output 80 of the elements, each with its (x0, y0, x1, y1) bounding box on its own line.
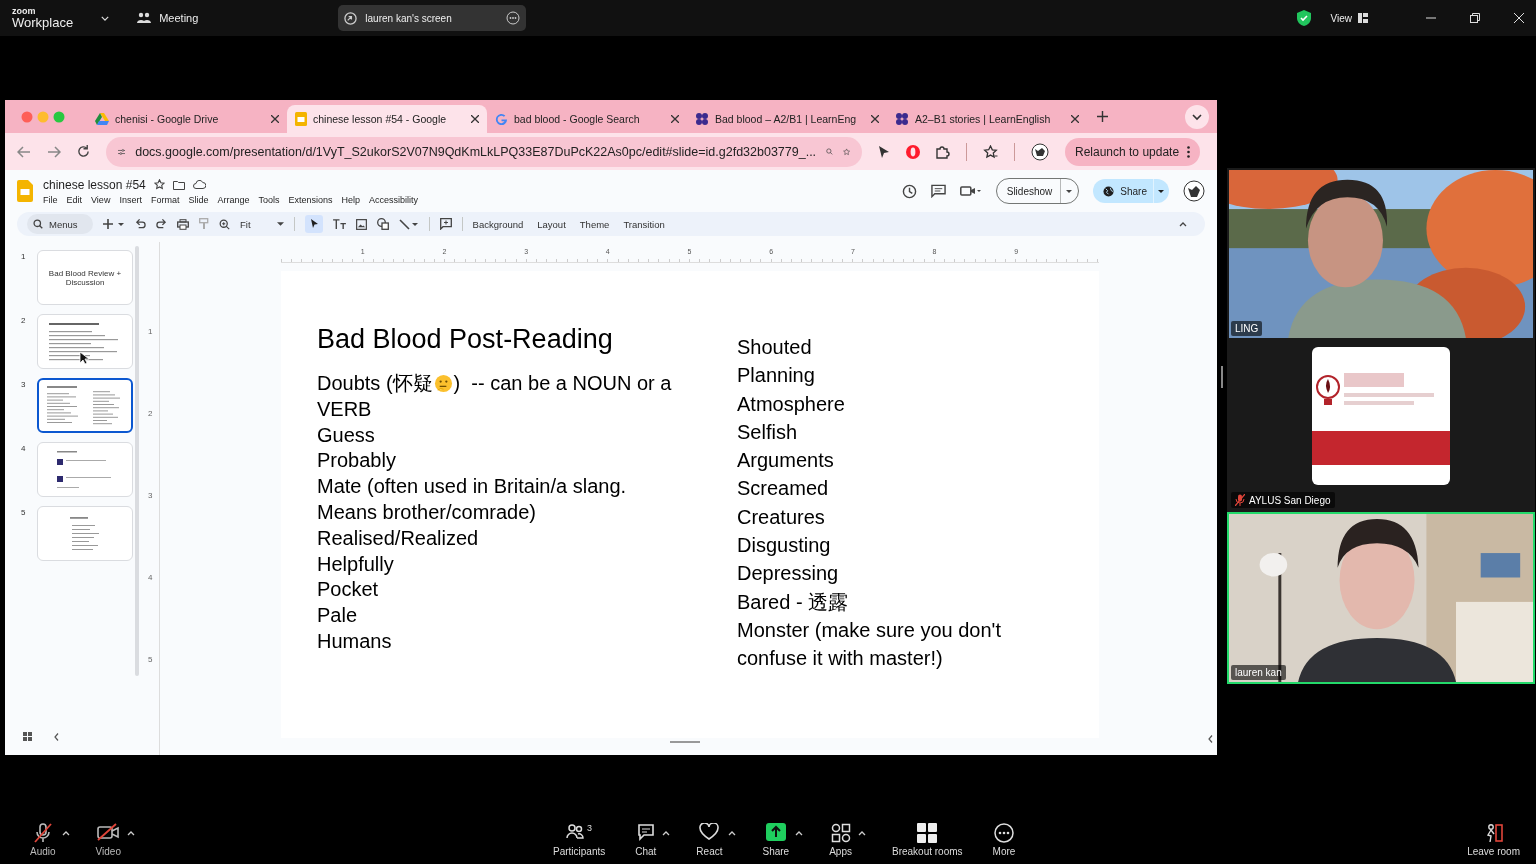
participant-count: 3 (587, 823, 593, 833)
toolbar-button[interactable]: Breakout rooms (887, 823, 967, 857)
toolbar-button[interactable]: React (692, 823, 727, 857)
vocabulary-word: Screamed (737, 476, 830, 502)
browser-tab[interactable]: chinese lesson #54 - Google (287, 105, 487, 133)
slide-number: 5 (21, 507, 27, 517)
browser-tab[interactable]: A2–B1 stories | LearnEnglish (887, 105, 1087, 133)
vocabulary-word: Selfish (737, 419, 799, 445)
vocabulary-word: Arguments (737, 448, 835, 474)
relaunch-button[interactable]: Relaunch to update (1065, 137, 1201, 166)
menu-item[interactable]: Format (150, 194, 180, 205)
toolbar-button[interactable]: Theme (579, 218, 610, 230)
toolbar-button[interactable]: Background (472, 218, 524, 230)
menus-search-field[interactable]: Menus (27, 214, 93, 234)
vocabulary-word: Humans (317, 628, 393, 654)
toolbar-button[interactable]: Transition (623, 218, 665, 230)
menu-item[interactable]: Arrange (217, 194, 250, 205)
slide-number: 4 (21, 443, 27, 453)
menu-item[interactable]: Slide (188, 194, 209, 205)
video-tile[interactable]: AYLUS San Diego (1227, 340, 1535, 512)
menu-item[interactable]: View (91, 194, 111, 205)
slide-title: Bad Blood Post-Reading (317, 323, 614, 355)
vocabulary-word: Probably (317, 448, 397, 474)
vocabulary-word: Disgusting (737, 533, 832, 559)
vocabulary-word: Mate (often used in Britain/a slang. (317, 474, 628, 500)
browser-tab[interactable]: bad blood - Google Search (487, 105, 687, 133)
video-tile[interactable]: lauren kan (1227, 512, 1535, 684)
menu-item[interactable]: Tools (258, 194, 280, 205)
menu-item[interactable]: File (43, 194, 58, 205)
toolbar-button[interactable]: Chat (631, 823, 661, 857)
toolbar-button[interactable]: Share (758, 823, 794, 857)
vocabulary-word: Realised/Realized (317, 525, 480, 551)
document-title[interactable]: chinese lesson #54 (43, 177, 146, 192)
vocabulary-word: Depressing (737, 561, 840, 587)
name-tag: LING (1231, 321, 1263, 336)
share-button[interactable]: Share (1093, 179, 1169, 203)
vocabulary-word: Monster (make sure you don't (737, 617, 1001, 643)
browser-tab[interactable]: chenisi - Google Drive (87, 105, 287, 133)
toolbar-button[interactable]: More (988, 823, 1020, 857)
vocabulary-word: Means brother/comrade) (317, 500, 537, 525)
name-tag: lauren kan (1231, 665, 1286, 680)
vocabulary-note: ) -- can be a NOUN or a (453, 371, 672, 396)
vocabulary-word: Bared - 透露 (737, 589, 850, 615)
name-tag: AYLUS San Diego (1231, 492, 1335, 508)
vocabulary-word: Creatures (737, 504, 826, 530)
toolbar-button[interactable]: 3 Participants (549, 823, 610, 857)
vocabulary-word: Pale (317, 603, 359, 629)
meeting-label[interactable]: Meeting (159, 12, 199, 24)
vocabulary-word: confuse it with master!) (737, 646, 944, 672)
vocabulary-word: Planning (737, 363, 816, 389)
leave-button[interactable]: Leave room (1463, 823, 1524, 857)
zoom-dropdown[interactable]: Fit (240, 218, 284, 230)
share-indicator[interactable]: lauren kan's screen (338, 5, 527, 31)
slide-number: 2 (21, 315, 27, 325)
slide-number: 1 (21, 251, 27, 261)
toolbar-button[interactable]: Layout (537, 218, 566, 230)
browser-tab[interactable]: Bad blood – A2/B1 | LearnEng (687, 105, 887, 133)
menu-item[interactable]: Help (341, 194, 361, 205)
menu-item[interactable]: Insert (119, 194, 142, 205)
menu-item[interactable]: Extensions (288, 194, 333, 205)
vocabulary-word: Helpfully (317, 551, 395, 577)
toolbar-button[interactable]: Video (91, 823, 125, 857)
video-tile[interactable]: LING (1227, 168, 1535, 340)
vocabulary-word: Guess (317, 422, 376, 448)
brand-name: Workplace (12, 16, 74, 29)
vocabulary-word: Doubts (怀疑 (317, 371, 433, 396)
menu-item[interactable]: Edit (66, 194, 83, 205)
slide-number: 3 (21, 379, 27, 389)
vocabulary-word: Shouted (737, 335, 813, 360)
vocabulary-word: VERB (317, 396, 373, 422)
toolbar-button[interactable]: Apps (825, 823, 856, 857)
view-label[interactable]: View (1330, 12, 1352, 24)
address-field[interactable]: docs.google.com/presentation/d/1VyT_S2ukorS2V07N9QdKmLkLPQ33E87DuPcK22As0pc/edit#slide=id.g2fd32b03779_... (106, 136, 862, 167)
vocabulary-word: Pocket (317, 577, 380, 603)
menu-item[interactable]: Accessibility (369, 194, 419, 205)
toolbar-button[interactable]: Audio (26, 823, 60, 857)
slide-thumbnail[interactable]: Bad Blood Review + Discussion (37, 250, 133, 305)
vocabulary-word: Atmosphere (737, 391, 846, 417)
brand-small: zoom (12, 7, 37, 16)
vertical-ruler: 1 2 3 4 5 (148, 242, 160, 755)
